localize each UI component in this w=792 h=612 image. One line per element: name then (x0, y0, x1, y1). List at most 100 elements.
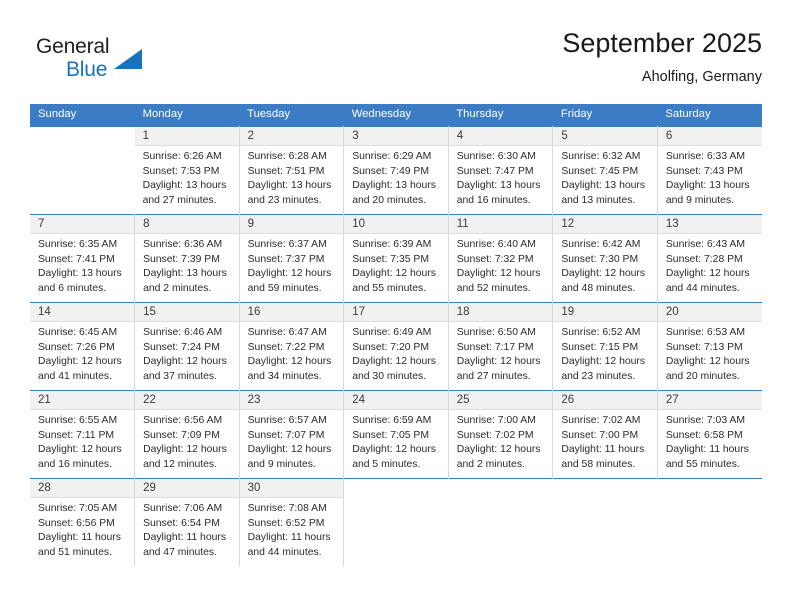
calendar-day-cell[interactable]: 7 Sunrise: 6:35 AM Sunset: 7:41 PM Daylight… (30, 214, 136, 303)
sunset-text: Sunset: 7:41 PM (38, 253, 115, 265)
daylight-text: Daylight: 11 hours and 44 minutes. (247, 532, 331, 558)
weekday-header-wednesday: Wednesday (343, 104, 449, 127)
day-details: Sunrise: 6:32 AM Sunset: 7:45 PM Daylight:… (553, 146, 657, 214)
calendar-day-cell[interactable]: 2 Sunrise: 6:28 AM Sunset: 7:51 PM Daylight… (239, 126, 345, 215)
day-details: Sunrise: 6:42 AM Sunset: 7:30 PM Daylight:… (553, 234, 657, 302)
sunrise-text: Sunrise: 7:00 AM (456, 415, 536, 426)
calendar-day-cell[interactable]: 25 Sunrise: 7:00 AM Sunset: 7:02 PM Dayligh… (448, 390, 554, 479)
day-details: Sunrise: 6:53 AM Sunset: 7:13 PM Daylight:… (658, 322, 762, 390)
calendar-day-cell[interactable]: 5 Sunrise: 6:32 AM Sunset: 7:45 PM Daylight… (552, 126, 658, 215)
calendar-day-cell[interactable]: 8 Sunrise: 6:36 AM Sunset: 7:39 PM Daylight… (134, 214, 240, 303)
calendar-day-cell[interactable]: 10 Sunrise: 6:39 AM Sunset: 7:35 PM Dayligh… (343, 214, 449, 303)
sunset-text: Sunset: 7:02 PM (456, 429, 534, 441)
day-details (553, 498, 658, 566)
day-number (30, 127, 135, 146)
daylight-text: Daylight: 12 hours and 34 minutes. (247, 356, 332, 382)
day-number: 28 (30, 479, 135, 498)
sunrise-text: Sunrise: 7:03 AM (665, 415, 746, 426)
calendar-day-cell[interactable]: 6 Sunrise: 6:33 AM Sunset: 7:43 PM Daylight… (657, 126, 762, 215)
calendar-week-row: 14 Sunrise: 6:45 AM Sunset: 7:26 PM Dayligh… (30, 302, 762, 391)
calendar-day-cell[interactable]: 26 Sunrise: 7:02 AM Sunset: 7:00 PM Dayligh… (552, 390, 658, 479)
calendar-day-cell[interactable]: 1 Sunrise: 6:26 AM Sunset: 7:53 PM Daylight… (134, 126, 240, 215)
daylight-text: Daylight: 13 hours and 13 minutes. (561, 180, 646, 206)
day-details: Sunrise: 7:00 AM Sunset: 7:02 PM Daylight:… (449, 410, 553, 478)
daylight-text: Daylight: 12 hours and 59 minutes. (247, 268, 332, 294)
daylight-text: Daylight: 13 hours and 9 minutes. (665, 180, 750, 206)
daylight-text: Daylight: 12 hours and 55 minutes. (352, 268, 436, 294)
calendar-day-cell[interactable]: 30 Sunrise: 7:08 AM Sunset: 6:52 PM Dayligh… (239, 478, 345, 566)
daylight-text: Daylight: 11 hours and 55 minutes. (665, 444, 749, 470)
calendar-day-cell[interactable]: 13 Sunrise: 6:43 AM Sunset: 7:28 PM Dayligh… (657, 214, 762, 303)
daylight-text: Daylight: 12 hours and 30 minutes. (352, 356, 436, 382)
sunrise-text: Sunrise: 7:08 AM (247, 503, 327, 514)
calendar-day-cell[interactable]: 28 Sunrise: 7:05 AM Sunset: 6:56 PM Dayligh… (30, 478, 136, 566)
sunset-text: Sunset: 7:17 PM (456, 341, 534, 353)
calendar-day-cell[interactable]: 17 Sunrise: 6:49 AM Sunset: 7:20 PM Dayligh… (343, 302, 449, 391)
day-details: Sunrise: 6:47 AM Sunset: 7:22 PM Daylight:… (240, 322, 344, 390)
weekday-header-sunday: Sunday (30, 104, 135, 127)
daylight-text: Daylight: 12 hours and 23 minutes. (561, 356, 646, 382)
day-number: 29 (135, 479, 239, 498)
day-number (657, 479, 762, 498)
daylight-text: Daylight: 12 hours and 27 minutes. (456, 356, 541, 382)
calendar-day-cell[interactable]: 12 Sunrise: 6:42 AM Sunset: 7:30 PM Dayligh… (552, 214, 658, 303)
daylight-text: Daylight: 12 hours and 52 minutes. (456, 268, 541, 294)
sunset-text: Sunset: 7:49 PM (352, 165, 430, 177)
logo-text-general: General (36, 35, 110, 58)
daylight-text: Daylight: 12 hours and 9 minutes. (247, 444, 332, 470)
daylight-text: Daylight: 13 hours and 2 minutes. (143, 268, 227, 294)
calendar-week-row: 1 Sunrise: 6:26 AM Sunset: 7:53 PM Daylight… (30, 126, 762, 215)
calendar-day-cell[interactable]: 20 Sunrise: 6:53 AM Sunset: 7:13 PM Dayligh… (657, 302, 762, 391)
calendar-header-row: Sunday Monday Tuesday Wednesday Thursday… (30, 104, 762, 127)
calendar-day-cell[interactable]: 9 Sunrise: 6:37 AM Sunset: 7:37 PM Daylight… (239, 214, 345, 303)
calendar-day-cell[interactable]: 15 Sunrise: 6:46 AM Sunset: 7:24 PM Dayligh… (134, 302, 240, 391)
calendar-day-cell[interactable]: 18 Sunrise: 6:50 AM Sunset: 7:17 PM Dayligh… (448, 302, 554, 391)
day-number: 30 (239, 479, 344, 498)
sunset-text: Sunset: 7:28 PM (665, 253, 743, 265)
sunset-text: Sunset: 7:47 PM (456, 165, 534, 177)
calendar-day-cell[interactable]: 23 Sunrise: 6:57 AM Sunset: 7:07 PM Dayligh… (239, 390, 345, 479)
sunrise-text: Sunrise: 6:43 AM (665, 239, 746, 250)
day-number: 7 (30, 215, 135, 234)
weekday-header-monday: Monday (134, 104, 240, 127)
calendar-day-cell[interactable]: 21 Sunrise: 6:55 AM Sunset: 7:11 PM Dayligh… (30, 390, 136, 479)
day-number (448, 479, 553, 498)
calendar-day-cell[interactable]: 3 Sunrise: 6:29 AM Sunset: 7:49 PM Daylight… (343, 126, 449, 215)
calendar-day-cell[interactable]: 11 Sunrise: 6:40 AM Sunset: 7:32 PM Dayligh… (448, 214, 554, 303)
sunrise-text: Sunrise: 6:53 AM (665, 327, 746, 338)
calendar-day-cell[interactable]: 14 Sunrise: 6:45 AM Sunset: 7:26 PM Dayligh… (30, 302, 136, 391)
day-number: 4 (448, 127, 553, 146)
sunrise-text: Sunrise: 6:49 AM (352, 327, 432, 338)
sunset-text: Sunset: 7:51 PM (247, 165, 325, 177)
day-number: 16 (239, 303, 344, 322)
day-details: Sunrise: 6:35 AM Sunset: 7:41 PM Daylight:… (30, 234, 134, 302)
general-blue-logo[interactable]: General Blue (36, 34, 176, 90)
day-number: 2 (239, 127, 344, 146)
day-details: Sunrise: 6:49 AM Sunset: 7:20 PM Daylight:… (344, 322, 448, 390)
day-number: 19 (553, 303, 657, 322)
logo-triangle-icon (114, 49, 142, 69)
day-details (344, 498, 448, 566)
daylight-text: Daylight: 11 hours and 51 minutes. (38, 532, 121, 558)
daylight-text: Daylight: 12 hours and 5 minutes. (352, 444, 436, 470)
calendar-day-cell[interactable]: 29 Sunrise: 7:06 AM Sunset: 6:54 PM Dayligh… (134, 478, 240, 566)
daylight-text: Daylight: 13 hours and 23 minutes. (247, 180, 332, 206)
day-details: Sunrise: 6:57 AM Sunset: 7:07 PM Daylight:… (240, 410, 344, 478)
calendar-day-cell[interactable]: 4 Sunrise: 6:30 AM Sunset: 7:47 PM Daylight… (448, 126, 554, 215)
daylight-text: Daylight: 12 hours and 41 minutes. (38, 356, 122, 382)
sunrise-text: Sunrise: 7:02 AM (561, 415, 641, 426)
daylight-text: Daylight: 11 hours and 47 minutes. (143, 532, 227, 558)
sunrise-text: Sunrise: 7:05 AM (38, 503, 118, 514)
calendar-day-cell[interactable]: 22 Sunrise: 6:56 AM Sunset: 7:09 PM Dayligh… (134, 390, 240, 479)
sunrise-text: Sunrise: 6:39 AM (352, 239, 432, 250)
daylight-text: Daylight: 12 hours and 37 minutes. (143, 356, 227, 382)
calendar-day-cell[interactable]: 27 Sunrise: 7:03 AM Sunset: 6:58 PM Dayligh… (657, 390, 762, 479)
day-details: Sunrise: 6:33 AM Sunset: 7:43 PM Daylight:… (658, 146, 762, 214)
day-details: Sunrise: 7:08 AM Sunset: 6:52 PM Daylight:… (240, 498, 344, 566)
calendar-day-cell[interactable]: 16 Sunrise: 6:47 AM Sunset: 7:22 PM Dayligh… (239, 302, 345, 391)
calendar-page: General Blue September 2025 Aholfing, Ge… (0, 0, 792, 612)
daylight-text: Daylight: 13 hours and 16 minutes. (456, 180, 541, 206)
calendar-day-cell[interactable]: 24 Sunrise: 6:59 AM Sunset: 7:05 PM Dayligh… (343, 390, 449, 479)
calendar-day-cell[interactable]: 19 Sunrise: 6:52 AM Sunset: 7:15 PM Dayligh… (552, 302, 658, 391)
sunrise-text: Sunrise: 6:29 AM (352, 151, 432, 162)
